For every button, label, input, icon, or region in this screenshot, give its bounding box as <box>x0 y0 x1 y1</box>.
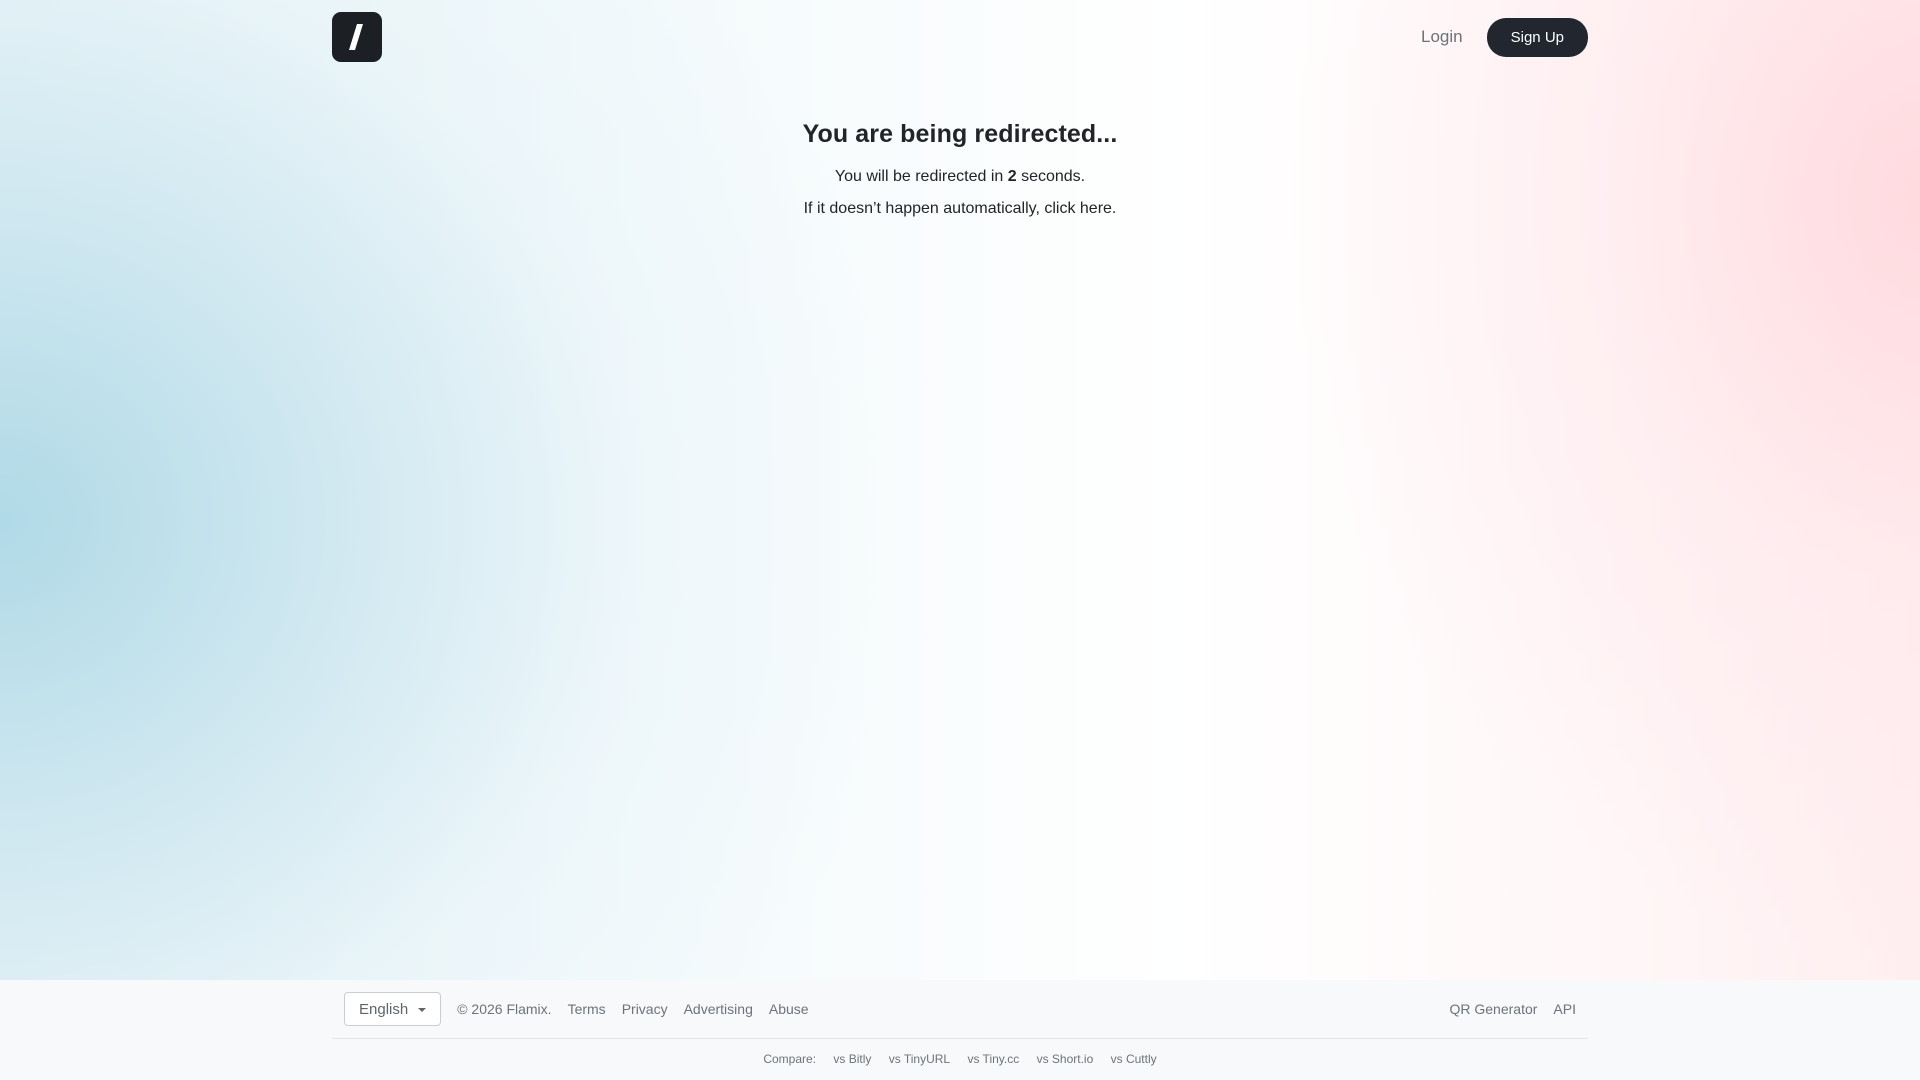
compare-row: Compare: vs Bitly vs TinyURL vs Tiny.cc … <box>0 1052 1920 1066</box>
compare-link-cuttly[interactable]: vs Cuttly <box>1111 1052 1157 1066</box>
language-select[interactable]: English <box>344 992 442 1026</box>
countdown-seconds: 2 <box>1007 168 1017 185</box>
redirect-message: You are being redirected... You will be … <box>0 120 1920 231</box>
language-value: English <box>359 1000 409 1018</box>
compare-label: Compare: <box>763 1052 817 1066</box>
compare-link-shortio[interactable]: vs Short.io <box>1037 1052 1094 1066</box>
page: Login Sign Up You are being redirected..… <box>0 0 1920 1080</box>
fallback-text: If it doesn’t happen automatically, clic… <box>0 199 1920 219</box>
footer-link-abuse[interactable]: Abuse <box>769 1001 809 1017</box>
copyright-text: © 2026 Flamix. <box>457 1001 552 1017</box>
countdown-suffix: seconds. <box>1016 168 1086 185</box>
fallback-suffix: . <box>1111 200 1117 217</box>
footer-link-qr-generator[interactable]: QR Generator <box>1449 1001 1537 1017</box>
footer-link-api[interactable]: API <box>1553 1001 1576 1017</box>
countdown-text: You will be redirected in 2 seconds. <box>0 167 1920 187</box>
slash-icon <box>349 24 363 50</box>
footer: English © 2026 Flamix. Terms Privacy Adv… <box>0 980 1920 1080</box>
click-here-link[interactable]: click here <box>1044 200 1112 217</box>
compare-link-tinyurl[interactable]: vs TinyURL <box>889 1052 950 1066</box>
brand-logo[interactable] <box>332 12 382 62</box>
footer-link-advertising[interactable]: Advertising <box>684 1001 753 1017</box>
countdown-prefix: You will be redirected in <box>834 168 1008 185</box>
top-nav: Login Sign Up <box>332 12 1588 62</box>
footer-left: English © 2026 Flamix. Terms Privacy Adv… <box>344 992 825 1026</box>
page-title: You are being redirected... <box>802 120 1118 148</box>
signup-button[interactable]: Sign Up <box>1486 17 1588 57</box>
footer-top-row: English © 2026 Flamix. Terms Privacy Adv… <box>332 980 1588 1039</box>
footer-right: QR Generator API <box>1449 1001 1576 1017</box>
footer-link-terms[interactable]: Terms <box>568 1001 606 1017</box>
login-link[interactable]: Login <box>1421 27 1463 47</box>
caret-down-icon <box>418 1008 427 1012</box>
fallback-prefix: If it doesn’t happen automatically, <box>803 200 1045 217</box>
nav-actions: Login Sign Up <box>1421 17 1588 57</box>
compare-link-tinycc[interactable]: vs Tiny.cc <box>967 1052 1019 1066</box>
footer-link-privacy[interactable]: Privacy <box>622 1001 668 1017</box>
compare-link-bitly[interactable]: vs Bitly <box>833 1052 871 1066</box>
